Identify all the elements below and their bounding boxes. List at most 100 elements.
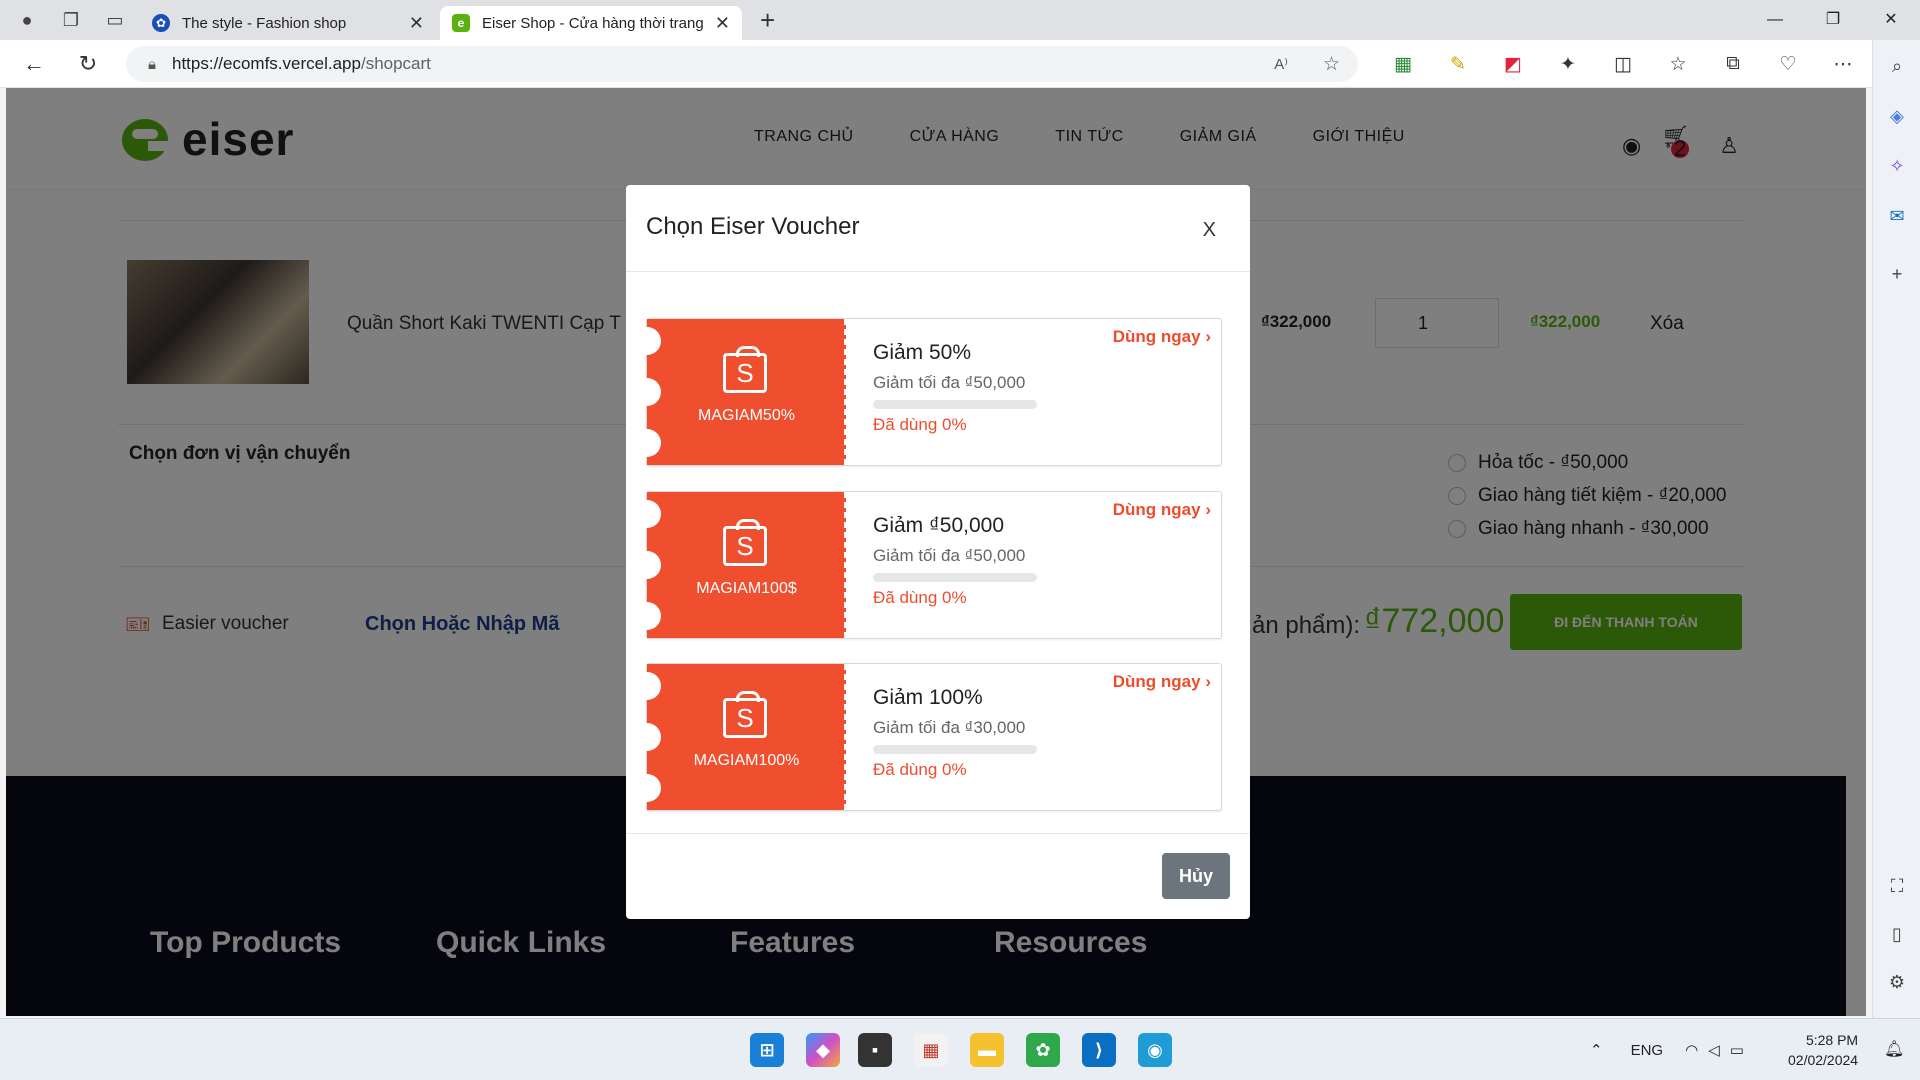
collections-icon[interactable]: ⧉ [1713,49,1753,79]
tab-eiser-shop[interactable]: e Eiser Shop - Cửa hàng thời trang ✕ [440,6,742,40]
url-path: /shopcart [360,54,431,73]
chevron-up-icon[interactable]: ⌃ [1590,1041,1603,1059]
add-sidebar-icon[interactable]: + [1885,262,1909,286]
use-now-button[interactable]: Dùng ngay › [1113,327,1211,347]
tab-actions-icon[interactable]: ▭ [98,3,132,37]
browser-toolbar: ← ↻ 🔒︎ https://ecomfs.vercel.app/shopcar… [0,40,1920,88]
modal-close-button[interactable]: X [1203,219,1216,242]
terminal-app-icon[interactable]: ▪ [858,1033,892,1067]
voucher-title: Giảm ₫50,000 [873,514,1005,537]
favorites-icon[interactable]: ☆ [1658,49,1698,79]
voucher-used-text: Đã dùng 0% [873,760,967,779]
workspaces-icon[interactable]: ❐ [54,3,88,37]
extensions-row: ▦ ✎ ◩ ✦ ◫ ☆ ⧉ ♡ ⋯ ◆ [1368,40,1918,88]
address-bar[interactable]: 🔒︎ https://ecomfs.vercel.app/shopcart A⁾… [126,46,1358,82]
close-tab-icon[interactable]: ✕ [409,13,424,34]
voucher-ticket: S MAGIAM50% [633,319,846,465]
sidebar-toggle-icon[interactable]: ▯ [1885,922,1909,946]
chevron-right-icon: › [1205,672,1211,691]
browser-essentials-icon[interactable]: ♡ [1768,49,1808,79]
window-controls: — ❐ ✕ [1746,0,1920,40]
calendar-extension-icon[interactable]: ▦ [1383,49,1423,79]
voucher-max-discount: Giảm tối đa ₫50,000 [873,546,1026,565]
modal-title: Chọn Eiser Voucher [646,213,860,240]
voucher-usage-bar [873,400,1037,409]
tab-the-style[interactable]: ✿ The style - Fashion shop ✕ [140,6,436,40]
clock-date: 02/02/2024 [1788,1052,1859,1068]
more-menu-icon[interactable]: ⋯ [1823,49,1863,79]
site-favicon-icon: ✿ [152,14,170,32]
page-viewport: eiser TRANG CHỦ CỬA HÀNG TIN TỨC GIẢM GI… [6,88,1866,1016]
shopping-tag-icon[interactable]: ◈ [1885,104,1909,128]
chevron-right-icon: › [1205,500,1211,519]
settings-gear-icon[interactable]: ⚙ [1885,970,1909,994]
voucher-card[interactable]: S MAGIAM50% Giảm 50% Giảm tối đa ₫50,000… [633,318,1222,466]
windows-start-icon[interactable]: ⊞ [750,1033,784,1067]
browser-tab-bar: ● ❐ ▭ ✿ The style - Fashion shop ✕ e Eis… [0,0,1920,40]
voucher-ticket: S MAGIAM100$ [633,492,846,638]
new-tab-icon[interactable]: + [760,5,775,36]
use-now-label: Dùng ngay [1112,500,1201,519]
favorite-star-icon[interactable]: ☆ [1323,53,1340,76]
voucher-used-text: Đã dùng 0% [873,415,967,434]
voucher-max-discount: Giảm tối đa ₫30,000 [873,718,1026,737]
battery-icon[interactable]: ▭ [1730,1041,1744,1059]
modal-header: Chọn Eiser Voucher X [626,185,1250,272]
edge-app-icon[interactable]: ◉ [1138,1033,1172,1067]
profile-icon[interactable]: ● [10,3,44,37]
wifi-icon[interactable]: ◠ [1685,1041,1698,1059]
voucher-code: MAGIAM100$ [696,580,797,597]
outlook-icon[interactable]: ✉ [1885,204,1909,228]
pen-extension-icon[interactable]: ✎ [1438,49,1478,79]
use-now-label: Dùng ngay [1112,327,1201,346]
close-window-icon[interactable]: ✕ [1862,0,1920,40]
clock-time: 5:28 PM [1805,1032,1859,1048]
refresh-icon[interactable]: ↻ [68,44,108,84]
file-explorer-icon[interactable]: ▬ [970,1033,1004,1067]
modal-footer-divider [626,833,1250,834]
use-now-button[interactable]: Dùng ngay › [1113,672,1211,692]
notification-bell-icon[interactable]: 🔔︎ [1884,1039,1904,1059]
color-extension-icon[interactable]: ◩ [1493,49,1533,79]
calendar-app-icon[interactable]: ▦ [914,1033,948,1067]
voucher-card[interactable]: S MAGIAM100$ Giảm ₫50,000 Giảm tối đa ₫5… [633,491,1222,639]
voucher-ticket: S MAGIAM100% [633,664,846,810]
voucher-title: Giảm 50% [873,341,972,364]
shopping-bag-icon: S [723,691,767,738]
voucher-modal: Chọn Eiser Voucher X S MAGIAM50% Giảm 50… [626,185,1250,919]
voucher-usage-bar [873,745,1037,754]
clock[interactable]: 5:28 PM 02/02/2024 [1788,1030,1858,1070]
lock-icon[interactable]: 🔒︎ [148,56,156,73]
tab-title: Eiser Shop - Cửa hàng thời trang [482,14,704,32]
back-icon[interactable]: ← [14,44,54,84]
restore-icon[interactable]: ❐ [1804,0,1862,40]
chevron-right-icon: › [1205,327,1211,346]
office-icon[interactable]: ✧ [1885,154,1909,178]
use-now-label: Dùng ngay [1112,672,1201,691]
voucher-card[interactable]: S MAGIAM100% Giảm 100% Giảm tối đa ₫30,0… [633,663,1222,811]
copilot-app-icon[interactable]: ◆ [806,1033,840,1067]
voucher-code: MAGIAM50% [698,407,795,424]
close-tab-icon[interactable]: ✕ [715,13,730,34]
site-favicon-icon: e [452,14,470,32]
screenshot-icon[interactable]: ⛶ [1885,874,1909,898]
read-aloud-icon[interactable]: A⁾ [1274,55,1288,73]
edge-sidebar: ⌕ ◈ ✧ ✉ + ⛶ ▯ ⚙ [1872,40,1920,1018]
split-screen-icon[interactable]: ◫ [1603,49,1643,79]
voucher-title: Giảm 100% [873,686,983,709]
coccoc-icon[interactable]: ✿ [1026,1033,1060,1067]
extensions-icon[interactable]: ✦ [1548,49,1588,79]
use-now-button[interactable]: Dùng ngay › [1113,500,1211,520]
voucher-usage-bar [873,573,1037,582]
url-host: https://ecomfs.vercel.app [171,54,361,73]
language-indicator[interactable]: ENG [1631,1042,1664,1059]
cancel-button[interactable]: Hủy [1162,853,1230,899]
voucher-used-text: Đã dùng 0% [873,588,967,607]
search-icon[interactable]: ⌕ [1885,54,1909,78]
volume-icon[interactable]: ◁ [1708,1041,1720,1059]
voucher-code: MAGIAM100% [693,752,800,769]
voucher-max-discount: Giảm tối đa ₫50,000 [873,373,1026,392]
vscode-icon[interactable]: ⟩ [1082,1033,1116,1067]
minimize-icon[interactable]: — [1746,0,1804,40]
windows-taskbar: ⊞ ◆ ▪ ▦ ▬ ✿ ⟩ ◉ ⌃ ENG ◠ ◁ ▭ 5:28 PM 02/0… [0,1018,1920,1080]
